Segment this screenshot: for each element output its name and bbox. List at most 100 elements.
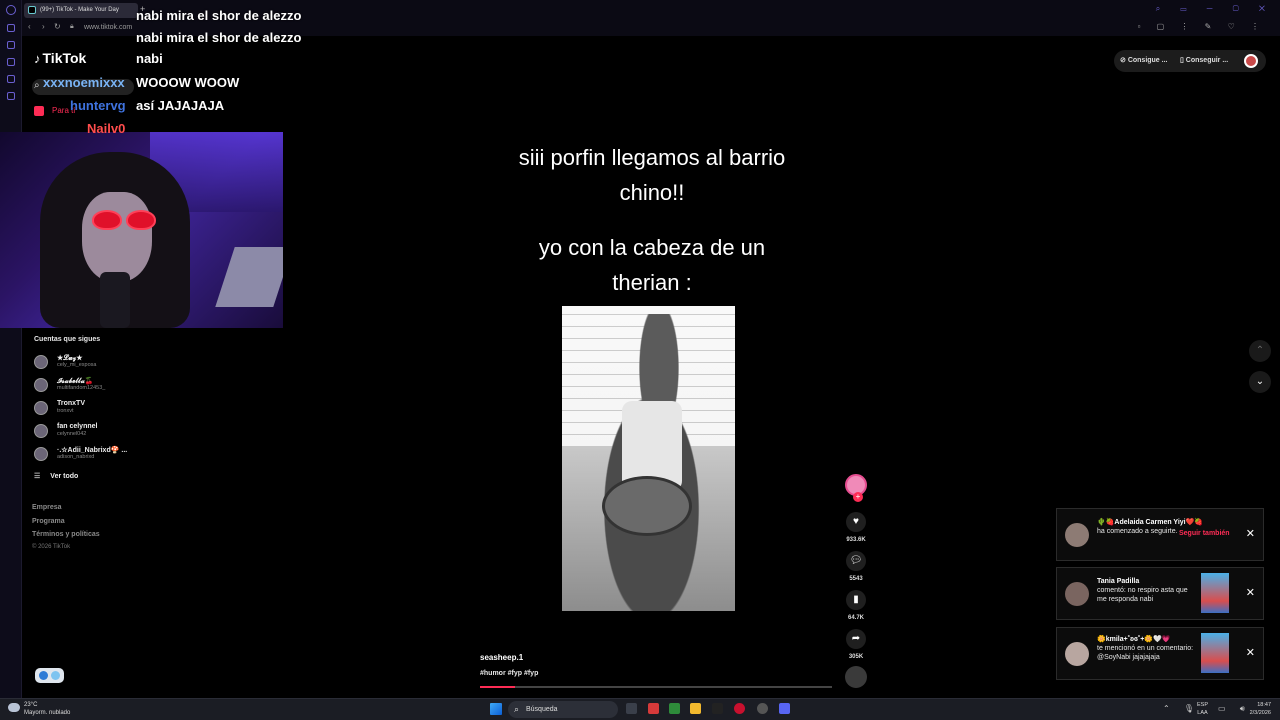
video-progress-bar[interactable] bbox=[480, 686, 832, 688]
obs-icon[interactable] bbox=[757, 703, 768, 714]
see-all-button[interactable]: ☰ Ver todo bbox=[34, 472, 78, 480]
rail-icon-3[interactable] bbox=[6, 58, 15, 66]
like-count: 933.6K bbox=[846, 537, 866, 543]
browser-logo-icon[interactable] bbox=[5, 5, 16, 15]
taskbar-search[interactable]: ⌕ Búsqueda bbox=[508, 701, 618, 718]
following-username: tronxvt bbox=[57, 408, 74, 414]
system-tray-icons[interactable]: ⌃ 🎙︎ bbox=[1163, 704, 1200, 713]
discord-icon[interactable] bbox=[779, 703, 790, 714]
close-icon[interactable]: ✕ bbox=[1246, 586, 1255, 599]
forward-icon[interactable]: › bbox=[42, 22, 45, 31]
footer-link-company[interactable]: Empresa bbox=[32, 504, 62, 511]
weather-temp: 23°C bbox=[24, 702, 38, 708]
comment-button[interactable]: 💬︎ bbox=[846, 551, 866, 571]
rail-icon-1[interactable] bbox=[6, 24, 15, 32]
bookmark-icon: ▮ bbox=[853, 594, 859, 605]
notification-user: 🌵🍓Adelaida Carmen Yiyi❤️🍓 bbox=[1097, 519, 1204, 526]
video-player[interactable] bbox=[562, 306, 735, 611]
extension-toggle[interactable] bbox=[35, 668, 64, 683]
window-controls[interactable]: ⌕ ▭ ─ ▢ ✕ bbox=[1156, 4, 1274, 14]
back-icon[interactable]: ‹ bbox=[28, 22, 31, 31]
lang-code: ESP bbox=[1197, 702, 1209, 708]
following-item[interactable]: ·.☆Adii_Nabrixd🍄 ... adison_nabrixd bbox=[34, 446, 144, 462]
following-item[interactable]: ★𝓛𝓾𝔃★ cely_mi_esposa bbox=[34, 354, 144, 370]
following-item[interactable]: TronxTV tronxvt bbox=[34, 400, 144, 416]
video-author[interactable]: seasheep.1 bbox=[480, 653, 523, 662]
clock-date: 2/3/2026 bbox=[1249, 710, 1271, 716]
search-icon: ⌕ bbox=[514, 704, 520, 714]
url-field[interactable]: www.tiktok.com bbox=[84, 24, 132, 31]
task-view-icon[interactable] bbox=[626, 703, 637, 714]
file-explorer-icon[interactable] bbox=[690, 703, 701, 714]
lang-layout: LAA bbox=[1197, 710, 1208, 716]
video-thumbnail[interactable] bbox=[1201, 573, 1229, 613]
taskbar-search-label: Búsqueda bbox=[526, 706, 558, 713]
tab-tiktok[interactable]: (99+) TikTok - Make Your Day bbox=[24, 3, 138, 18]
video-hashtags[interactable]: #humor #fyp #fyp bbox=[480, 670, 538, 677]
following-item[interactable]: fan celynnel celynnel042 bbox=[34, 423, 144, 439]
minecraft-icon[interactable] bbox=[669, 703, 680, 714]
clock[interactable]: 18:47 2/3/2026 bbox=[1245, 701, 1271, 717]
follow-back-button[interactable]: Seguir también bbox=[1179, 530, 1230, 537]
search-icon: ⌕ bbox=[34, 80, 40, 91]
language-indicator[interactable]: ESP LAA bbox=[1197, 701, 1208, 717]
notification-user: 🌼kmila+˚ʚɞ˚+🌼🤍💗 bbox=[1097, 636, 1171, 643]
chat-message: nabi bbox=[136, 51, 163, 66]
previous-video-button[interactable]: ⌃ bbox=[1249, 340, 1271, 362]
app-icon-1[interactable] bbox=[648, 703, 659, 714]
browser-toolbar-icons[interactable]: ▫ ▢ ⋮ ✎ ♡ ⋮ bbox=[1138, 22, 1266, 31]
following-section-title: Cuentas que sigues bbox=[34, 336, 101, 343]
notification-follow[interactable]: 🌵🍓Adelaida Carmen Yiyi❤️🍓 ha comenzado a … bbox=[1056, 508, 1264, 561]
video-caption: therian : bbox=[612, 270, 692, 295]
browser-left-rail bbox=[0, 0, 22, 698]
rail-icon-4[interactable] bbox=[6, 75, 15, 83]
footer-link-program[interactable]: Programa bbox=[32, 518, 65, 525]
avatar bbox=[34, 401, 48, 415]
notification-mention[interactable]: 🌼kmila+˚ʚɞ˚+🌼🤍💗 te mencionó en un comenta… bbox=[1056, 627, 1264, 680]
chat-message: así JAJAJAJA bbox=[136, 98, 225, 113]
footer-link-terms[interactable]: Términos y políticas bbox=[32, 531, 100, 538]
reload-icon[interactable]: ↻ bbox=[54, 22, 61, 31]
close-icon[interactable]: ✕ bbox=[1246, 527, 1255, 540]
opera-icon[interactable] bbox=[734, 703, 745, 714]
like-button[interactable]: ♥ bbox=[846, 512, 866, 532]
get-coins-label: Consigue ... bbox=[1127, 57, 1168, 64]
laptop-image bbox=[215, 247, 283, 307]
creator-avatar-button[interactable]: + bbox=[845, 474, 867, 502]
profile-avatar[interactable] bbox=[1244, 54, 1258, 68]
chat-message: WOOOW WOOW bbox=[136, 75, 240, 90]
share-button[interactable]: ➦ bbox=[846, 629, 866, 649]
see-all-label: Ver todo bbox=[50, 473, 79, 480]
video-thumbnail[interactable] bbox=[1201, 633, 1229, 673]
next-video-button[interactable]: ⌄ bbox=[1249, 371, 1271, 393]
music-disc-icon[interactable] bbox=[845, 666, 867, 688]
windows-start-icon[interactable] bbox=[490, 703, 502, 715]
notification-text: 🌼kmila+˚ʚɞ˚+🌼🤍💗 te mencionó en un comenta… bbox=[1097, 635, 1199, 662]
get-app-button[interactable]: ▯ Conseguir ... bbox=[1174, 50, 1236, 72]
extension-icon-2 bbox=[51, 671, 60, 680]
share-icon: ➦ bbox=[851, 633, 861, 644]
rail-icon-5[interactable] bbox=[6, 92, 15, 100]
comment-count: 5543 bbox=[849, 576, 863, 582]
following-username: celynnel042 bbox=[57, 431, 87, 437]
avatar bbox=[34, 378, 48, 392]
weather-widget[interactable]: 23°C Mayorm. nublado bbox=[8, 701, 70, 717]
notification-comment[interactable]: Tania Padilla comentó: no respiro asta qu… bbox=[1056, 567, 1264, 620]
notification-user: Tania Padilla bbox=[1097, 578, 1140, 585]
capcut-icon[interactable] bbox=[712, 703, 723, 714]
follow-plus-icon[interactable]: + bbox=[853, 492, 863, 502]
close-icon[interactable]: ✕ bbox=[1246, 646, 1255, 659]
share-count: 305K bbox=[848, 654, 864, 660]
avatar bbox=[1065, 523, 1089, 547]
tiktok-logo[interactable]: ♪ TikTok bbox=[34, 50, 86, 66]
get-coins-button[interactable]: ⊘ Consigue ... bbox=[1114, 50, 1174, 72]
following-item[interactable]: 𝓘𝓼𝓪𝓫𝓮𝓵𝓵𝓪🍒 multifandom12453_ bbox=[34, 377, 144, 393]
tiktok-logo-text: TikTok bbox=[42, 50, 87, 66]
extension-icon bbox=[39, 671, 48, 680]
rail-icon-2[interactable] bbox=[6, 41, 15, 49]
lock-icon: 🔒︎ bbox=[70, 23, 74, 30]
save-button[interactable]: ▮ bbox=[846, 590, 866, 610]
following-name: fan celynnel bbox=[57, 423, 98, 430]
chat-username: xxxnoemixxx bbox=[43, 75, 125, 90]
nav-for-you[interactable]: Para ti bbox=[34, 106, 75, 116]
